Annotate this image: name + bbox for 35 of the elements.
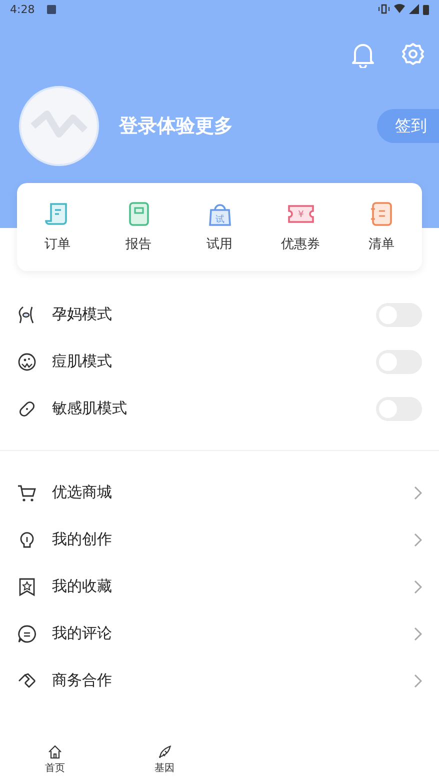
bookmark-star-icon [17,576,37,596]
menu-item[interactable]: 商务合作 [0,657,439,704]
mode-label: 孕妈模式 [52,305,112,324]
menu-item[interactable]: 我的收藏 [0,563,439,610]
shortcut-item[interactable]: ¥ 优惠券 [260,201,341,253]
face-icon [17,352,37,372]
nav-tab[interactable]: 基因 [110,745,220,775]
shortcut-item[interactable]: 订单 [17,201,98,253]
avatar-icon[interactable] [19,86,99,166]
chevron-right-icon [414,580,422,594]
chevron-right-icon [414,486,422,500]
menu-item[interactable]: 我的评论 [0,610,439,657]
chevron-right-icon [414,674,422,688]
mode-label: 痘肌模式 [52,352,112,371]
cart-icon [17,482,37,502]
nav-tab[interactable]: 首页 [0,745,110,775]
menu-item[interactable]: 优选商城 [0,469,439,516]
shortcut-item[interactable]: 试 试用 [179,201,260,253]
signal-icon [409,4,419,14]
notification-bell-icon[interactable] [351,42,375,68]
bandage-icon [17,398,37,418]
comment-icon [17,624,37,644]
vibrate-icon [378,4,390,14]
shortcut-item[interactable]: 报告 [98,201,179,253]
notepad-icon [368,201,394,227]
status-time: 4:28 [10,2,35,16]
wifi-icon [394,4,405,14]
menu-item[interactable]: 我的创作 [0,516,439,563]
home-icon [48,745,62,759]
chevron-right-icon [414,532,422,546]
chevron-right-icon [414,626,422,640]
shortcut-item[interactable]: 清单 [341,201,422,253]
mode-label: 敏感肌模式 [52,399,127,418]
settings-icon[interactable] [401,42,425,66]
battery-icon [423,4,429,14]
